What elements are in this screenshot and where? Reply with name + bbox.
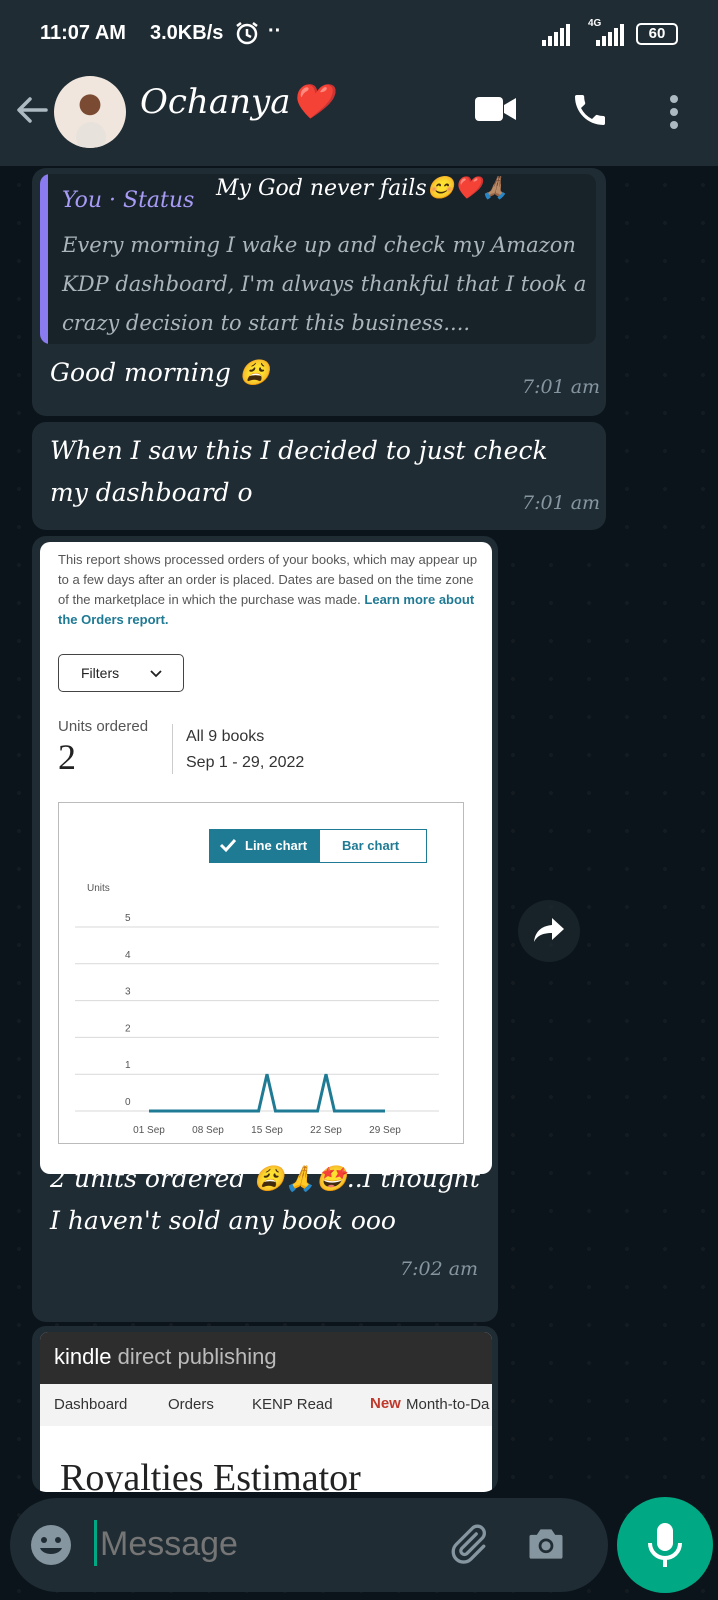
x-tick-label: 29 Sep <box>369 1125 401 1136</box>
message-text: When I saw this I decided to just check … <box>50 436 548 507</box>
message-input[interactable] <box>98 1518 432 1570</box>
kdp-tab: Month-to-Da <box>406 1396 490 1413</box>
chat-header: Ochanya❤️ <box>0 66 718 166</box>
message-composer <box>10 1498 608 1592</box>
chevron-down-icon <box>149 665 163 684</box>
status-time: 11:07 AM <box>40 22 126 44</box>
new-badge: New <box>370 1395 401 1412</box>
y-axis-label: Units <box>87 883 110 894</box>
voice-call-icon[interactable] <box>570 90 610 134</box>
message-timestamp: 7:01 am <box>522 376 601 398</box>
filters-label: Filters <box>81 665 120 681</box>
report-intro: This report shows processed orders of yo… <box>58 552 478 627</box>
units-line-chart: Units 0 1 2 3 4 5 01 Sep 08 Sep 15 Sep 22 Sep 29 Se… <box>75 883 439 1136</box>
y-tick-label: 5 <box>125 913 131 924</box>
quoted-status[interactable]: You · Status My God never fails😊❤️🙏🏽 Eve… <box>40 174 596 344</box>
message-bubble-image[interactable]: This report shows processed orders of yo… <box>32 536 498 1322</box>
orders-report-screenshot[interactable]: This report shows processed orders of yo… <box>40 542 492 1174</box>
camera-icon[interactable] <box>524 1522 568 1570</box>
filters-dropdown: Filters <box>58 654 184 692</box>
video-call-icon[interactable] <box>474 94 518 128</box>
voice-record-button[interactable] <box>617 1497 713 1593</box>
status-speed: 3.0KB/s <box>150 22 224 44</box>
signal-icon <box>542 24 572 50</box>
message-timestamp: 7:02 am <box>400 1258 479 1280</box>
status-bar: 11:07 AM 3.0KB/s ·· 4G 60 <box>0 0 718 66</box>
series-line <box>149 1073 385 1113</box>
kdp-tab: Dashboard <box>54 1396 128 1413</box>
kdp-tab: KENP Read <box>252 1396 333 1413</box>
y-tick-label: 1 <box>125 1060 131 1071</box>
more-notifications-icon: ·· <box>268 20 282 42</box>
contact-avatar[interactable] <box>54 76 126 148</box>
quote-caption: My God never fails😊❤️🙏🏽 <box>216 176 509 201</box>
y-tick-label: 0 <box>125 1097 131 1108</box>
more-options-icon[interactable] <box>668 94 680 134</box>
kdp-screenshot[interactable]: kindle direct publishing Dashboard Order… <box>40 1332 492 1492</box>
x-tick-label: 01 Sep <box>133 1125 165 1136</box>
units-ordered-value: 2 <box>58 737 76 777</box>
message-bubble-dashboard[interactable]: When I saw this I decided to just check … <box>32 422 606 530</box>
emoji-icon[interactable] <box>30 1524 72 1570</box>
forward-button[interactable] <box>518 900 580 962</box>
battery-icon: 60 <box>636 23 678 45</box>
contact-name[interactable]: Ochanya❤️ <box>140 82 333 122</box>
message-bubble-kdp[interactable]: kindle direct publishing Dashboard Order… <box>32 1326 498 1492</box>
kdp-tab: Orders <box>168 1396 214 1413</box>
y-tick-label: 2 <box>125 1023 131 1034</box>
kdp-topbar: kindle direct publishing <box>40 1332 492 1384</box>
image-caption: 2 units ordered 😩🙏🤩..I thought I haven't… <box>50 1164 480 1235</box>
message-timestamp: 7:01 am <box>522 492 601 514</box>
alarm-icon <box>234 20 260 50</box>
units-ordered-label: Units ordered <box>58 718 149 735</box>
quote-author: You · Status <box>62 188 195 213</box>
message-text: Good morning 😩 <box>50 358 271 387</box>
quote-text: Every morning I wake up and check my Ama… <box>62 233 587 335</box>
x-tick-label: 15 Sep <box>251 1125 283 1136</box>
microphone-icon <box>645 1521 685 1573</box>
date-range: Sep 1 - 29, 2022 <box>186 754 305 771</box>
text-cursor <box>94 1520 97 1566</box>
chart-container: Line chart Bar chart Units 0 1 2 3 4 5 01 Sep 08… <box>58 802 464 1144</box>
kdp-logo: kindle direct publishing <box>54 1344 277 1369</box>
divider <box>172 724 173 774</box>
y-tick-label: 4 <box>125 950 131 961</box>
quote-bar <box>40 174 48 344</box>
signal-4g-icon <box>596 24 626 50</box>
kdp-tabs: Dashboard Orders KENP Read New Month-to-… <box>40 1384 492 1426</box>
forward-icon <box>532 916 566 948</box>
kdp-heading: Royalties Estimator <box>60 1457 361 1492</box>
x-tick-label: 08 Sep <box>192 1125 224 1136</box>
x-tick-label: 22 Sep <box>310 1125 342 1136</box>
y-tick-label: 3 <box>125 987 131 998</box>
attach-icon[interactable] <box>446 1522 490 1570</box>
back-arrow-icon[interactable] <box>14 92 50 132</box>
books-label: All 9 books <box>186 728 265 745</box>
message-bubble-status-reply[interactable]: You · Status My God never fails😊❤️🙏🏽 Eve… <box>32 168 606 416</box>
